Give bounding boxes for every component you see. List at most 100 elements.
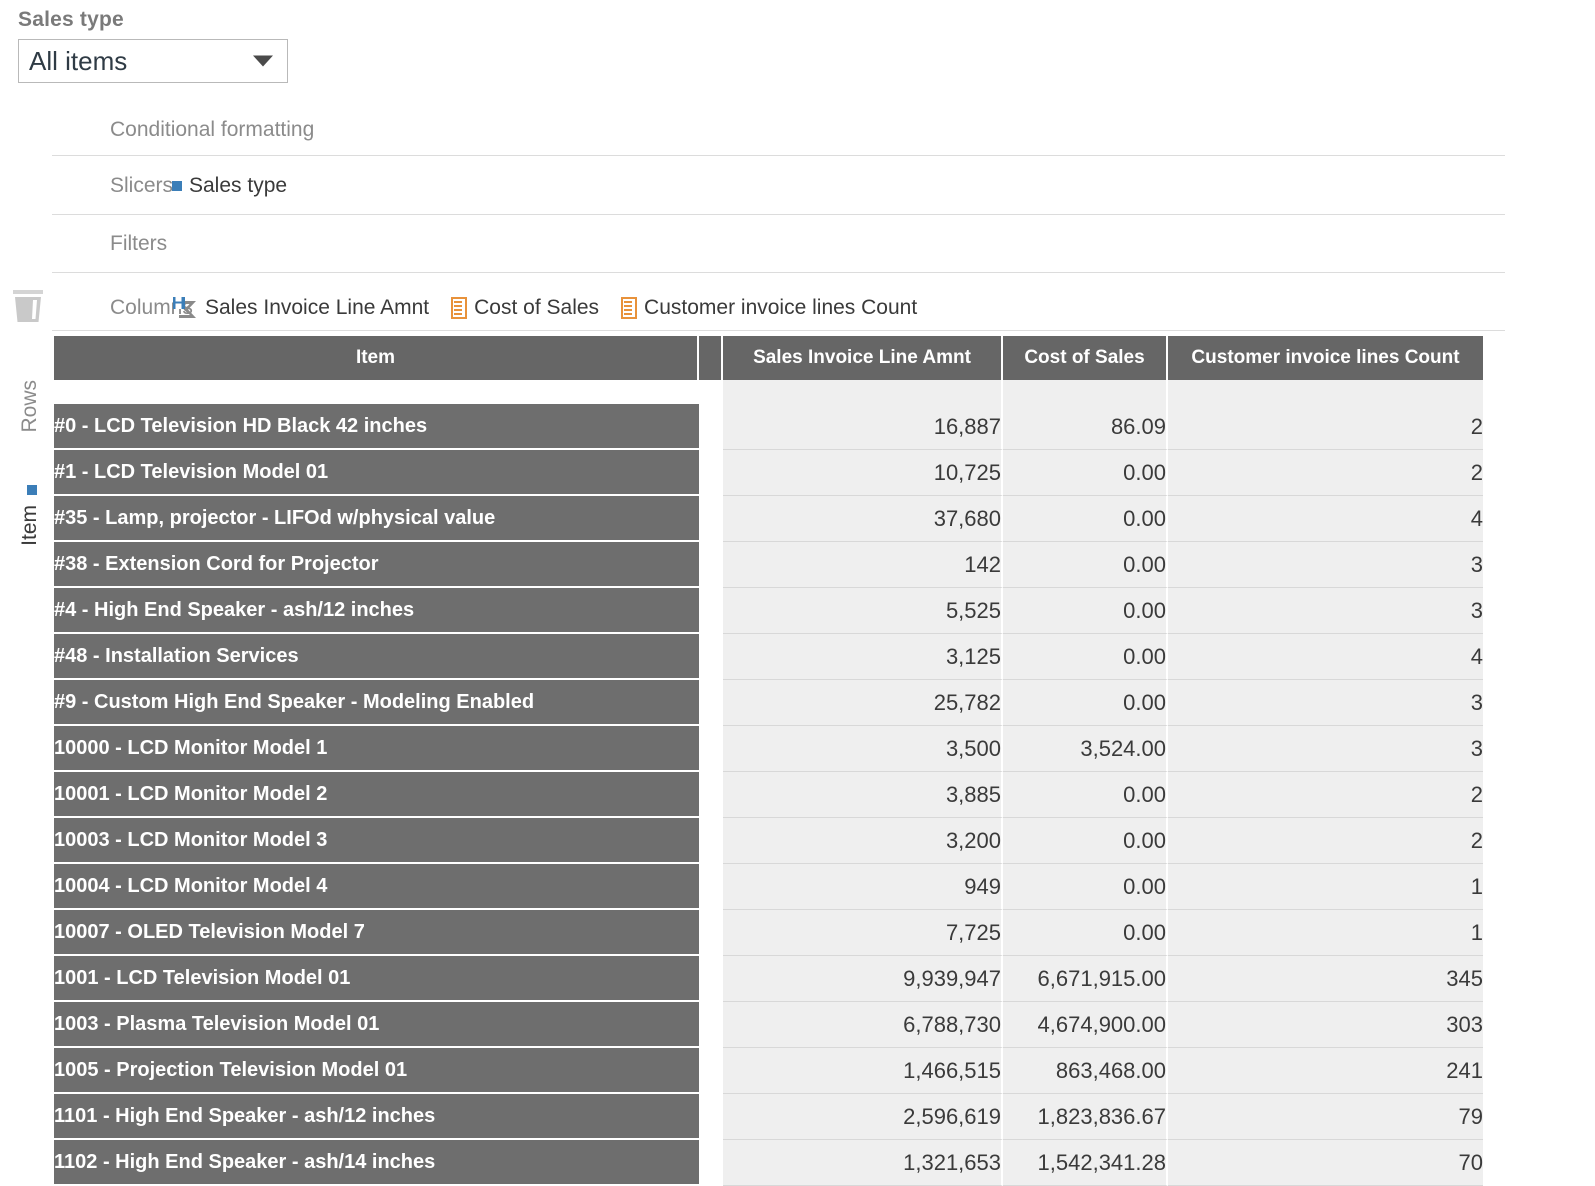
cell-sales-invoice-line-amnt[interactable]: 37,680 xyxy=(723,496,1003,542)
cell-customer-invoice-lines-count[interactable]: 3 xyxy=(1168,588,1483,634)
row-header-item[interactable]: 1005 - Projection Television Model 01 xyxy=(54,1048,699,1094)
cell-cost-of-sales[interactable]: 4,674,900.00 xyxy=(1003,1002,1168,1048)
table-row[interactable]: #1 - LCD Television Model 01 10,725 0.00 2 xyxy=(54,450,1483,496)
cell-sales-invoice-line-amnt[interactable]: 9,939,947 xyxy=(723,956,1003,1002)
cell-cost-of-sales[interactable]: 0.00 xyxy=(1003,864,1168,910)
field-pill-customer-invoice-lines-count[interactable]: Customer invoice lines Count xyxy=(621,296,917,320)
pivot-table[interactable]: Item Sales Invoice Line Amnt Cost of Sal… xyxy=(54,336,1483,1186)
table-row[interactable]: #0 - LCD Television HD Black 42 inches 16… xyxy=(54,404,1483,450)
cell-sales-invoice-line-amnt[interactable]: 10,725 xyxy=(723,450,1003,496)
cell-cost-of-sales[interactable]: 0.00 xyxy=(1003,496,1168,542)
row-header-item[interactable]: 10007 - OLED Television Model 7 xyxy=(54,910,699,956)
cell-cost-of-sales[interactable]: 0.00 xyxy=(1003,542,1168,588)
table-row[interactable]: 1101 - High End Speaker - ash/12 inches 2… xyxy=(54,1094,1483,1140)
cell-sales-invoice-line-amnt[interactable]: 3,885 xyxy=(723,772,1003,818)
cell-sales-invoice-line-amnt[interactable]: 1,321,653 xyxy=(723,1140,1003,1186)
cell-customer-invoice-lines-count[interactable]: 3 xyxy=(1168,542,1483,588)
column-header-sales-invoice-line-amnt[interactable]: Sales Invoice Line Amnt xyxy=(723,336,1003,380)
zone-filters[interactable]: Filters xyxy=(52,224,1505,264)
row-header-item[interactable]: #1 - LCD Television Model 01 xyxy=(54,450,699,496)
row-header-item[interactable]: 1001 - LCD Television Model 01 xyxy=(54,956,699,1002)
table-row[interactable]: 1005 - Projection Television Model 01 1,4… xyxy=(54,1048,1483,1094)
cell-customer-invoice-lines-count[interactable]: 3 xyxy=(1168,680,1483,726)
row-header-item[interactable]: 10004 - LCD Monitor Model 4 xyxy=(54,864,699,910)
cell-sales-invoice-line-amnt[interactable]: 7,725 xyxy=(723,910,1003,956)
table-row[interactable]: 10003 - LCD Monitor Model 3 3,200 0.00 2 xyxy=(54,818,1483,864)
row-header-item[interactable]: #35 - Lamp, projector - LIFOd w/physical… xyxy=(54,496,699,542)
cell-customer-invoice-lines-count[interactable]: 1 xyxy=(1168,864,1483,910)
trash-bin-icon[interactable] xyxy=(10,288,46,328)
cell-cost-of-sales[interactable]: 6,671,915.00 xyxy=(1003,956,1168,1002)
row-header-item[interactable]: 1101 - High End Speaker - ash/12 inches xyxy=(54,1094,699,1140)
cell-sales-invoice-line-amnt[interactable]: 5,525 xyxy=(723,588,1003,634)
cell-customer-invoice-lines-count[interactable]: 2 xyxy=(1168,772,1483,818)
row-header-item[interactable]: #0 - LCD Television HD Black 42 inches xyxy=(54,404,699,450)
row-header-item[interactable]: #9 - Custom High End Speaker - Modeling … xyxy=(54,680,699,726)
cell-customer-invoice-lines-count[interactable]: 79 xyxy=(1168,1094,1483,1140)
cell-customer-invoice-lines-count[interactable]: 2 xyxy=(1168,818,1483,864)
cell-sales-invoice-line-amnt[interactable]: 2,596,619 xyxy=(723,1094,1003,1140)
column-header-customer-invoice-lines-count[interactable]: Customer invoice lines Count xyxy=(1168,336,1483,380)
rows-axis[interactable]: Rows Item xyxy=(8,380,48,610)
cell-sales-invoice-line-amnt[interactable]: 1,466,515 xyxy=(723,1048,1003,1094)
cell-sales-invoice-line-amnt[interactable]: 25,782 xyxy=(723,680,1003,726)
cell-customer-invoice-lines-count[interactable]: 2 xyxy=(1168,404,1483,450)
cell-cost-of-sales[interactable]: 0.00 xyxy=(1003,818,1168,864)
cell-sales-invoice-line-amnt[interactable]: 6,788,730 xyxy=(723,1002,1003,1048)
row-header-item[interactable]: 10000 - LCD Monitor Model 1 xyxy=(54,726,699,772)
table-row[interactable]: 10004 - LCD Monitor Model 4 949 0.00 1 xyxy=(54,864,1483,910)
cell-sales-invoice-line-amnt[interactable]: 3,200 xyxy=(723,818,1003,864)
zone-columns[interactable]: Columns Sales Invoice Line Amnt Cost of … xyxy=(52,288,1505,328)
field-pill-sales-type[interactable]: Sales type xyxy=(172,174,287,198)
cell-cost-of-sales[interactable]: 0.00 xyxy=(1003,680,1168,726)
table-row[interactable]: 1102 - High End Speaker - ash/14 inches 1… xyxy=(54,1140,1483,1186)
cell-sales-invoice-line-amnt[interactable]: 3,125 xyxy=(723,634,1003,680)
cell-sales-invoice-line-amnt[interactable]: 16,887 xyxy=(723,404,1003,450)
table-row[interactable]: 10007 - OLED Television Model 7 7,725 0.00… xyxy=(54,910,1483,956)
table-row[interactable]: #9 - Custom High End Speaker - Modeling … xyxy=(54,680,1483,726)
table-row[interactable]: 10001 - LCD Monitor Model 2 3,885 0.00 2 xyxy=(54,772,1483,818)
row-header-item[interactable]: 1003 - Plasma Television Model 01 xyxy=(54,1002,699,1048)
table-row[interactable]: 1001 - LCD Television Model 01 9,939,947 6… xyxy=(54,956,1483,1002)
cell-sales-invoice-line-amnt[interactable]: 3,500 xyxy=(723,726,1003,772)
cell-sales-invoice-line-amnt[interactable]: 949 xyxy=(723,864,1003,910)
column-header-cost-of-sales[interactable]: Cost of Sales xyxy=(1003,336,1168,380)
field-pill-cost-of-sales[interactable]: Cost of Sales xyxy=(451,296,599,320)
field-pill-sales-invoice-line-amnt[interactable]: Sales Invoice Line Amnt xyxy=(172,296,429,320)
table-row[interactable]: #4 - High End Speaker - ash/12 inches 5,5… xyxy=(54,588,1483,634)
cell-customer-invoice-lines-count[interactable]: 241 xyxy=(1168,1048,1483,1094)
table-row[interactable]: #38 - Extension Cord for Projector 142 0.0… xyxy=(54,542,1483,588)
cell-cost-of-sales[interactable]: 0.00 xyxy=(1003,910,1168,956)
row-header-item[interactable]: #38 - Extension Cord for Projector xyxy=(54,542,699,588)
cell-cost-of-sales[interactable]: 3,524.00 xyxy=(1003,726,1168,772)
row-header-item[interactable]: #48 - Installation Services xyxy=(54,634,699,680)
row-header-item[interactable]: 10003 - LCD Monitor Model 3 xyxy=(54,818,699,864)
zone-conditional-formatting[interactable]: Conditional formatting xyxy=(52,110,1505,150)
cell-cost-of-sales[interactable]: 1,542,341.28 xyxy=(1003,1140,1168,1186)
table-row[interactable]: #35 - Lamp, projector - LIFOd w/physical… xyxy=(54,496,1483,542)
cell-customer-invoice-lines-count[interactable]: 70 xyxy=(1168,1140,1483,1186)
zone-slicers[interactable]: Slicers Sales type xyxy=(52,166,1505,206)
cell-customer-invoice-lines-count[interactable]: 3 xyxy=(1168,726,1483,772)
cell-customer-invoice-lines-count[interactable]: 2 xyxy=(1168,450,1483,496)
row-header-item[interactable]: #4 - High End Speaker - ash/12 inches xyxy=(54,588,699,634)
table-row[interactable]: 10000 - LCD Monitor Model 1 3,500 3,524.00… xyxy=(54,726,1483,772)
sales-type-dropdown[interactable]: All items xyxy=(18,39,288,83)
cell-customer-invoice-lines-count[interactable]: 345 xyxy=(1168,956,1483,1002)
table-row[interactable]: #48 - Installation Services 3,125 0.00 4 xyxy=(54,634,1483,680)
column-header-item[interactable]: Item xyxy=(54,336,699,380)
cell-cost-of-sales[interactable]: 86.09 xyxy=(1003,404,1168,450)
cell-cost-of-sales[interactable]: 0.00 xyxy=(1003,588,1168,634)
cell-cost-of-sales[interactable]: 863,468.00 xyxy=(1003,1048,1168,1094)
row-header-item[interactable]: 10001 - LCD Monitor Model 2 xyxy=(54,772,699,818)
rows-axis-field-item[interactable]: Item xyxy=(18,505,42,546)
cell-cost-of-sales[interactable]: 0.00 xyxy=(1003,634,1168,680)
row-header-item[interactable]: 1102 - High End Speaker - ash/14 inches xyxy=(54,1140,699,1186)
cell-cost-of-sales[interactable]: 0.00 xyxy=(1003,772,1168,818)
cell-customer-invoice-lines-count[interactable]: 303 xyxy=(1168,1002,1483,1048)
cell-customer-invoice-lines-count[interactable]: 4 xyxy=(1168,634,1483,680)
cell-customer-invoice-lines-count[interactable]: 4 xyxy=(1168,496,1483,542)
cell-cost-of-sales[interactable]: 1,823,836.67 xyxy=(1003,1094,1168,1140)
cell-sales-invoice-line-amnt[interactable]: 142 xyxy=(723,542,1003,588)
cell-cost-of-sales[interactable]: 0.00 xyxy=(1003,450,1168,496)
